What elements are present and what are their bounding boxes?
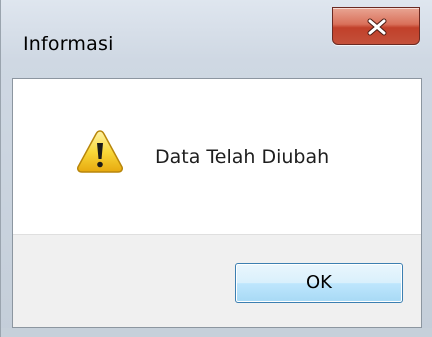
dialog-body: Data Telah Diubah OK: [12, 78, 422, 328]
window-bottom-frame: [1, 328, 432, 337]
warning-icon: [77, 130, 123, 173]
close-icon: [367, 18, 387, 36]
dialog-message: Data Telah Diubah: [155, 146, 330, 168]
ok-button[interactable]: OK: [235, 263, 403, 303]
message-area: Data Telah Diubah: [13, 79, 421, 234]
window-title: Informasi: [23, 33, 114, 55]
button-bar: OK: [13, 234, 421, 327]
title-bar[interactable]: Informasi: [1, 0, 432, 78]
dialog-window: Informasi Data Telah Diubah OK: [0, 0, 432, 337]
close-button[interactable]: [332, 7, 420, 45]
